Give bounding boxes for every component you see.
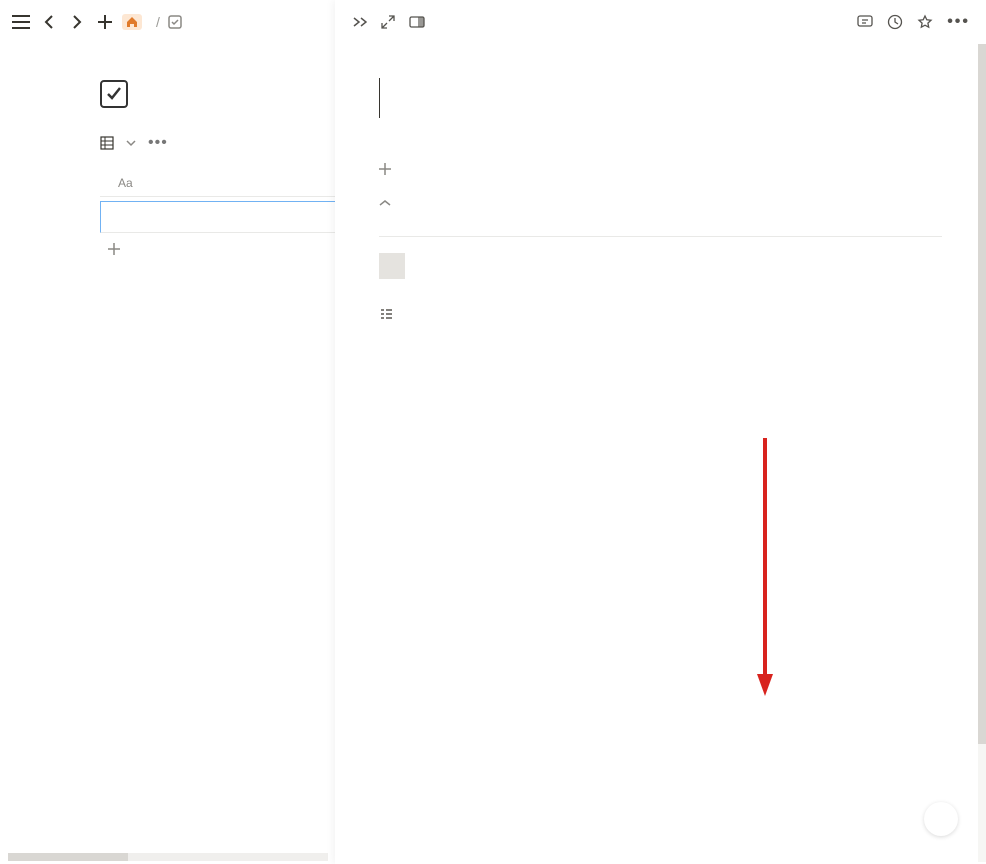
view-options-icon[interactable]: ••• bbox=[148, 134, 168, 152]
open-full-icon[interactable] bbox=[381, 15, 395, 29]
menu-icon[interactable] bbox=[10, 11, 32, 33]
title-cursor bbox=[379, 78, 380, 118]
forward-icon[interactable] bbox=[66, 11, 88, 33]
detail-panel: ••• bbox=[335, 0, 986, 864]
text-property-icon: Aa bbox=[118, 176, 133, 190]
breadcrumb-page[interactable] bbox=[168, 15, 188, 29]
more-icon[interactable]: ••• bbox=[947, 13, 970, 31]
breadcrumb-separator: / bbox=[156, 14, 160, 30]
back-icon[interactable] bbox=[38, 11, 60, 33]
comment-input[interactable] bbox=[379, 253, 942, 279]
chevron-up-icon bbox=[379, 199, 391, 207]
tasks-icon bbox=[168, 15, 182, 29]
subtasks-header[interactable] bbox=[379, 307, 942, 321]
peek-mode-icon[interactable] bbox=[409, 16, 425, 28]
favorite-icon[interactable] bbox=[917, 14, 933, 30]
page-icon[interactable] bbox=[100, 80, 128, 108]
plus-icon bbox=[379, 163, 391, 175]
new-tab-icon[interactable] bbox=[94, 11, 116, 33]
updates-icon[interactable] bbox=[887, 14, 903, 30]
plus-icon bbox=[108, 243, 120, 255]
hide-property-button[interactable] bbox=[379, 186, 942, 220]
home-icon bbox=[122, 14, 142, 30]
add-property-button[interactable] bbox=[379, 152, 942, 186]
comments-icon[interactable] bbox=[857, 14, 873, 30]
table-icon bbox=[100, 136, 114, 150]
subtasks-icon bbox=[379, 307, 393, 321]
horizontal-scrollbar[interactable] bbox=[8, 853, 328, 861]
avatar bbox=[379, 253, 405, 279]
view-selector[interactable] bbox=[100, 136, 136, 150]
help-button[interactable] bbox=[924, 802, 958, 836]
breadcrumb: / bbox=[122, 14, 188, 30]
chevron-down-icon bbox=[126, 139, 136, 147]
expand-icon[interactable] bbox=[351, 16, 367, 28]
vertical-scrollbar[interactable] bbox=[978, 44, 986, 862]
breadcrumb-home[interactable] bbox=[122, 14, 148, 30]
